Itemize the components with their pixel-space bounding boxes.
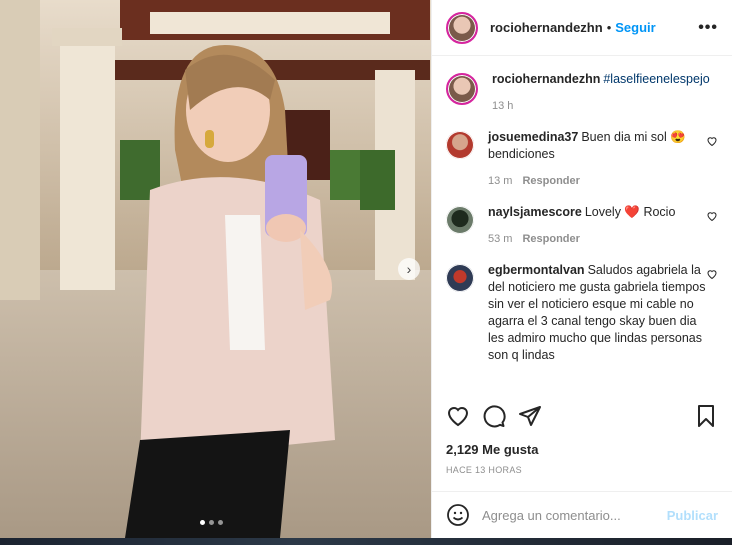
paper-plane-icon[interactable]: [518, 404, 542, 428]
caption-hashtag[interactable]: #laselfieenelespejo: [603, 72, 709, 86]
commenter-avatar[interactable]: [446, 131, 474, 159]
separator-dot: •: [606, 20, 612, 35]
comment-time: 13 m: [488, 175, 513, 187]
follow-button[interactable]: Seguir: [615, 20, 655, 35]
post-sidebar: rociohernandezhn • Seguir ••• rocioherna…: [431, 0, 732, 538]
commenter-avatar[interactable]: [446, 206, 474, 234]
comment-username[interactable]: egbermontalvan: [488, 263, 585, 277]
author-username[interactable]: rociohernandezhn: [490, 20, 603, 35]
carousel-next-button[interactable]: ›: [398, 258, 420, 280]
commenter-avatar[interactable]: [446, 264, 474, 292]
comment-row: egbermontalvan Saludos agabriela la del n…: [446, 262, 718, 364]
action-bar: [446, 396, 718, 436]
post-header: rociohernandezhn • Seguir •••: [432, 0, 732, 56]
heart-icon[interactable]: [446, 404, 470, 428]
comment-like-heart-icon[interactable]: [706, 268, 718, 280]
author-avatar[interactable]: [446, 11, 478, 44]
caption-avatar[interactable]: [446, 73, 478, 105]
reply-button[interactable]: Responder: [522, 175, 579, 187]
like-count[interactable]: 2,129 Me gusta: [446, 442, 539, 457]
caption-username[interactable]: rociohernandezhn: [492, 72, 600, 86]
photo-scene: [0, 0, 431, 538]
background-strip: [0, 538, 732, 545]
comment-composer: Agrega un comentario... Publicar: [432, 491, 732, 538]
comment-like-heart-icon[interactable]: [706, 210, 718, 222]
chevron-right-icon: ›: [406, 261, 412, 277]
caption-row: rociohernandezhn #laselfieenelespejo 13 h: [446, 71, 718, 115]
post-photo[interactable]: ›: [0, 0, 431, 538]
comment-row: naylsjamescore Lovely ❤️ Rocio 53 m Respon…: [446, 204, 718, 248]
carousel-indicator: [200, 520, 223, 525]
comment-text: Lovely ❤️ Rocio: [584, 205, 676, 219]
more-options-icon[interactable]: •••: [698, 19, 718, 37]
comment-like-heart-icon[interactable]: [706, 135, 718, 147]
caption-time: 13 h: [492, 100, 514, 112]
comment-input[interactable]: Agrega un comentario...: [482, 508, 621, 523]
comment-row: josuemedina37 Buen dia mi sol 😍 bendicion…: [446, 129, 718, 190]
emoji-icon[interactable]: [446, 503, 470, 527]
comment-bubble-icon[interactable]: [482, 404, 506, 428]
publish-button[interactable]: Publicar: [667, 508, 718, 523]
reply-button[interactable]: Responder: [522, 233, 579, 245]
post-timestamp: HACE 13 HORAS: [446, 465, 522, 475]
carousel-dot: [200, 520, 205, 525]
post-modal: › rociohernandezhn • Seguir ••• rocioher…: [0, 0, 732, 538]
comment-username[interactable]: naylsjamescore: [488, 205, 582, 219]
comment-text: Saludos agabriela la del noticiero me gu…: [488, 263, 706, 362]
comment-time: 53 m: [488, 233, 513, 245]
carousel-dot: [218, 520, 223, 525]
comment-username[interactable]: josuemedina37: [488, 130, 578, 144]
bookmark-icon[interactable]: [694, 404, 718, 428]
carousel-dot: [209, 520, 214, 525]
comments-list[interactable]: rociohernandezhn #laselfieenelespejo 13 h…: [432, 57, 732, 383]
